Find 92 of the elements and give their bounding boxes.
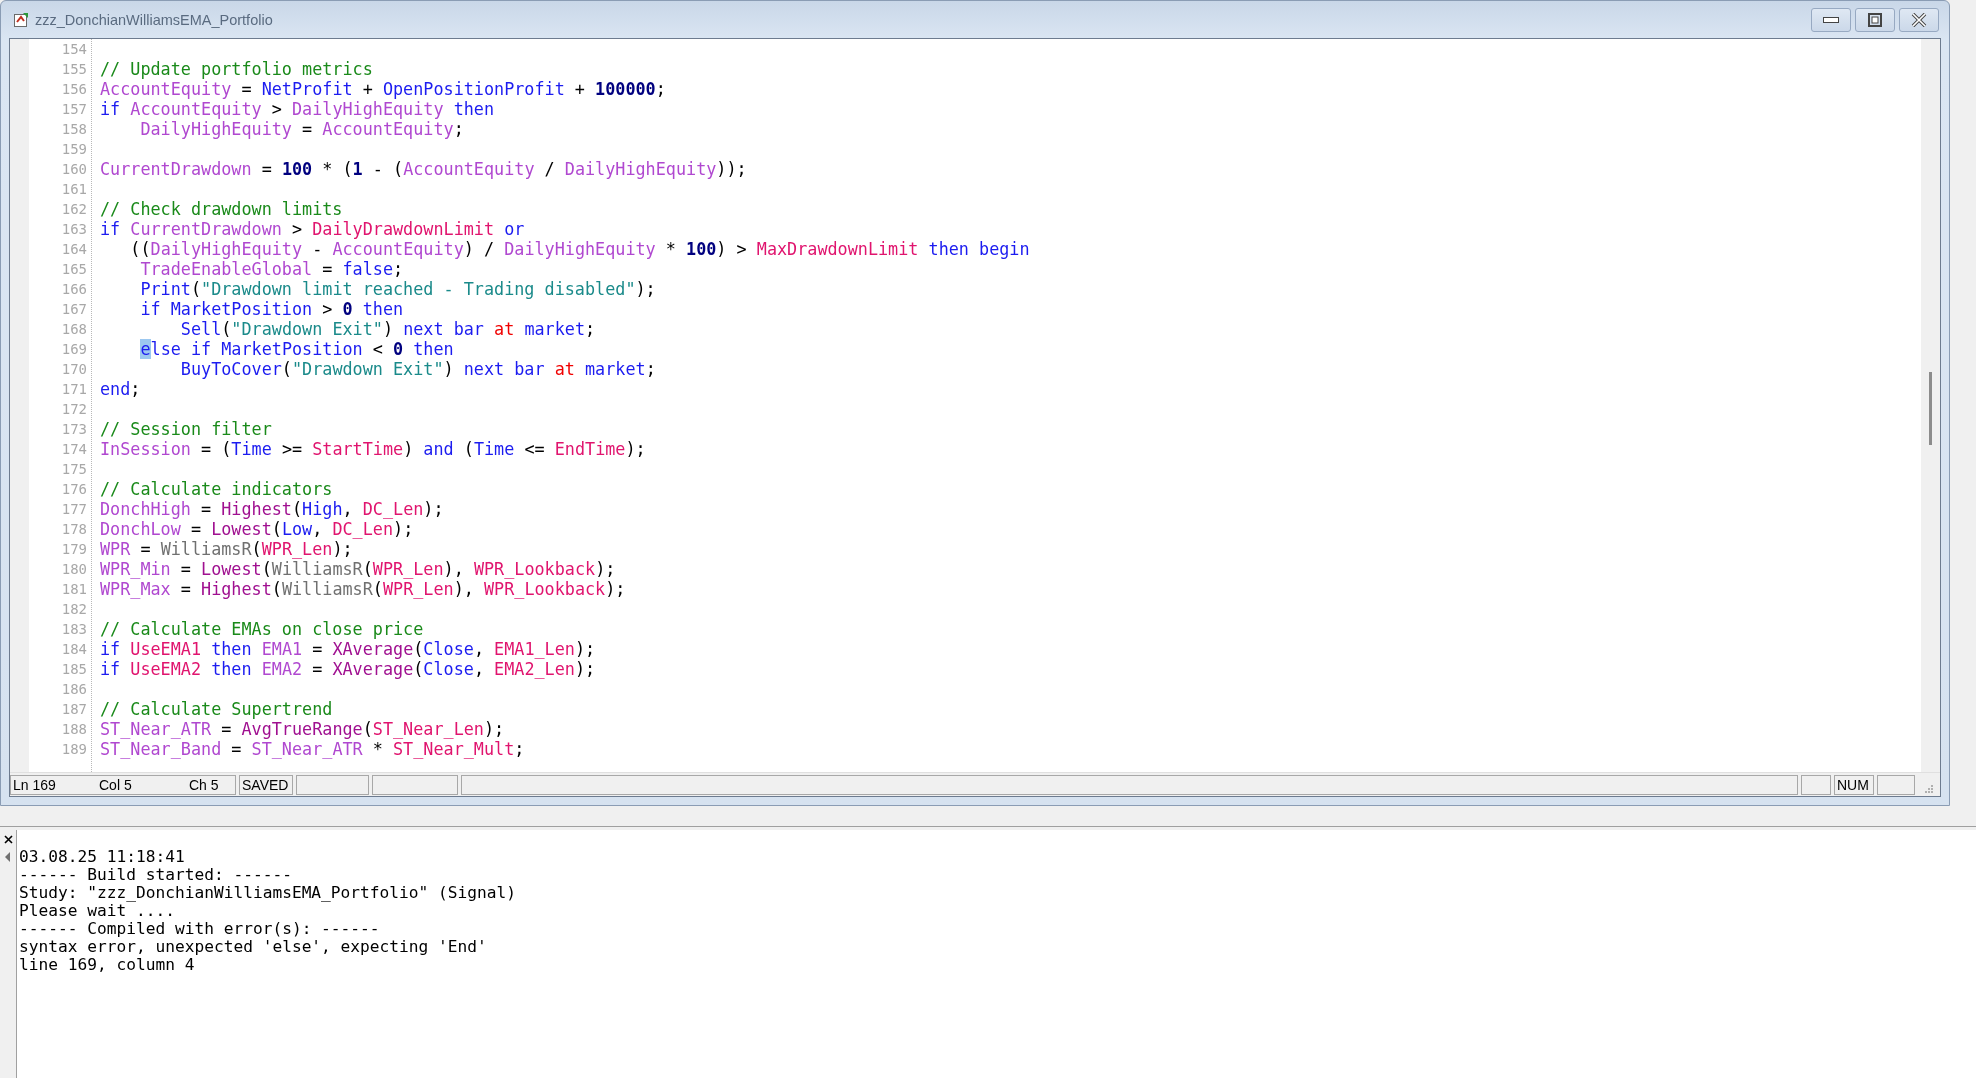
line-number: 157 (60, 100, 87, 119)
code-line: Sell("Drawdown Exit") next bar at market; (179, 319, 597, 339)
scrollbar-thumb[interactable] (1929, 372, 1932, 445)
line-number: 181 (60, 580, 87, 599)
close-icon (1911, 12, 1927, 27)
close-icon[interactable] (3, 835, 13, 844)
line-number: 160 (60, 160, 87, 179)
line-number: 167 (60, 300, 87, 319)
line-number: 188 (60, 720, 87, 739)
line-number: 187 (60, 700, 87, 719)
output-line: syntax error, unexpected 'else', expecting 'End' (19, 938, 488, 956)
vertical-scrollbar[interactable] (1921, 39, 1940, 772)
line-number: 180 (60, 560, 87, 579)
maximize-button[interactable] (1855, 7, 1895, 32)
line-number: 178 (60, 520, 87, 539)
code-line: if CurrentDrawdown > DailyDrawdownLimit or (100, 219, 526, 239)
code-line: TradeEnableGlobal = false; (139, 259, 405, 279)
code-line: if MarketPosition > 0 then (139, 299, 405, 319)
code-line: // Session filter (100, 419, 273, 439)
output-line: ------ Build started: ------ (19, 866, 293, 884)
line-number: 168 (60, 320, 87, 339)
line-number: 162 (60, 200, 87, 219)
line-number: 164 (60, 240, 87, 259)
line-number: 163 (60, 220, 87, 239)
minimize-button[interactable] (1811, 7, 1851, 32)
line-number: 173 (60, 420, 87, 439)
code-line: CurrentDrawdown = 100 * (1 - (AccountEquity / DailyHighEquity)); (100, 159, 748, 179)
code-line: else if MarketPosition < 0 then (139, 339, 455, 359)
line-number: 171 (60, 380, 87, 399)
output-line: 03.08.25 11:18:41 (19, 848, 186, 866)
line-number: 179 (60, 540, 87, 559)
triangle-icon[interactable] (5, 852, 11, 862)
code-line: AccountEquity = NetProfit + OpenPositionProfit + 100000; (100, 79, 667, 99)
line-number: 170 (60, 360, 87, 379)
code-line: Print("Drawdown limit reached - Trading disabled"); (139, 279, 657, 299)
line-number: 189 (60, 740, 87, 759)
output-line: Please wait .... (19, 902, 175, 920)
code-line: ST_Near_ATR = AvgTrueRange(ST_Near_Len); (100, 719, 506, 739)
line-number: 174 (60, 440, 87, 459)
char-indicator: Ch 5 (189, 776, 219, 793)
line-number: 159 (60, 140, 87, 159)
code-line: WPR_Max = Highest(WilliamsR(WPR_Len), WPR_Lookback); (100, 579, 627, 599)
code-line: WPR = WilliamsR(WPR_Len); (100, 539, 354, 559)
code-line: // Check drawdown limits (100, 199, 344, 219)
maximize-icon (1868, 12, 1882, 27)
line-number: 177 (60, 500, 87, 519)
line-number: 161 (60, 180, 87, 199)
line-number: 166 (60, 280, 87, 299)
output-line: ------ Compiled with error(s): ------ (19, 920, 381, 938)
line-number: 182 (60, 600, 87, 619)
line-number: 156 (60, 80, 87, 99)
code-line: InSession = (Time >= StartTime) and (Time <= EndTime); (100, 439, 647, 459)
line-indicator: Ln 169 (13, 776, 57, 793)
line-number: 175 (60, 460, 87, 479)
close-button[interactable] (1899, 7, 1939, 32)
line-number: 186 (60, 680, 87, 699)
output-line: line 169, column 4 (19, 956, 196, 974)
document-icon (13, 11, 29, 28)
line-number: 165 (60, 260, 87, 279)
code-line: DailyHighEquity = AccountEquity; (139, 119, 465, 139)
code-line: // Calculate indicators (100, 479, 334, 499)
minimize-icon (1823, 16, 1839, 23)
code-line: DonchHigh = Highest(High, DC_Len); (100, 499, 445, 519)
code-line: // Calculate EMAs on close price (100, 619, 425, 639)
line-number: 154 (60, 40, 87, 59)
code-line: ST_Near_Band = ST_Near_ATR * ST_Near_Mult; (100, 739, 526, 759)
line-number: 176 (60, 480, 87, 499)
status-panel (1877, 774, 1915, 795)
code-line: DonchLow = Lowest(Low, DC_Len); (100, 519, 415, 539)
code-line: WPR_Min = Lowest(WilliamsR(WPR_Len), WPR_Lookback); (100, 559, 617, 579)
code-line: if UseEMA1 then EMA1 = XAverage(Close, EMA1_Len); (100, 639, 597, 659)
code-line: // Calculate Supertrend (100, 699, 334, 719)
code-line: // Update portfolio metrics (100, 59, 374, 79)
code-line: end; (100, 379, 142, 399)
output-line: Study: "zzz_DonchianWilliamsEMA_Portfolio" (Signal) (19, 884, 518, 902)
code-line: if UseEMA2 then EMA2 = XAverage(Close, EMA2_Len); (100, 659, 597, 679)
line-number: 169 (60, 340, 87, 359)
resize-grip-icon[interactable] (1924, 784, 1934, 794)
save-state: SAVED (239, 774, 293, 795)
line-number: 184 (60, 640, 87, 659)
line-number: 185 (60, 660, 87, 679)
line-number: 158 (60, 120, 87, 139)
line-number: 183 (60, 620, 87, 639)
status-panel (1801, 774, 1831, 795)
line-number: 172 (60, 400, 87, 419)
code-line: if AccountEquity > DailyHighEquity then (100, 99, 496, 119)
num-lock-indicator: NUM (1834, 774, 1874, 795)
column-indicator: Col 5 (99, 776, 133, 793)
window-title: zzz_DonchianWilliamsEMA_Portfolio (35, 11, 273, 28)
code-line: BuyToCover("Drawdown Exit") next bar at market; (179, 359, 657, 379)
code-line: ((DailyHighEquity - AccountEquity) / DailyHighEquity * 100) > MaxDrawdownLimit then begin (129, 239, 1031, 259)
line-number: 155 (60, 60, 87, 79)
